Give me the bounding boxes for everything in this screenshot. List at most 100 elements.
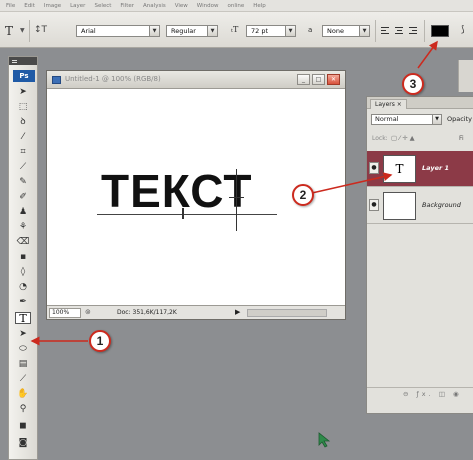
healing-brush-tool-icon[interactable]: ✎ — [15, 176, 31, 188]
quick-mask-icon[interactable]: ◙ — [15, 437, 31, 449]
status-arrow-icon[interactable]: ▶ — [235, 308, 240, 316]
layer-name: Layer 1 — [422, 164, 449, 172]
text-layer-thumbnail: T — [383, 155, 416, 183]
divider — [424, 20, 425, 42]
background-thumbnail — [383, 192, 416, 220]
tab-layers[interactable]: Layers × — [370, 99, 407, 109]
document-icon — [52, 76, 61, 84]
layer-row-background[interactable]: ● Background — [367, 188, 473, 224]
shape-tool-icon[interactable]: ⬭ — [15, 343, 31, 355]
font-size-value: 72 pt — [251, 27, 269, 35]
text-orientation-icon[interactable]: ↕T — [34, 25, 47, 35]
notes-tool-icon[interactable]: ▤ — [15, 358, 31, 370]
minimize-button[interactable]: _ — [297, 74, 310, 85]
status-menu-icon[interactable]: ⊚ — [85, 308, 91, 316]
font-size-select[interactable]: 72 pt ▼ — [246, 25, 296, 37]
antialias-select[interactable]: None ▼ — [322, 25, 370, 37]
clone-stamp-tool-icon[interactable]: ♟ — [15, 206, 31, 218]
toolbox: Ps ➤ ⬚ ꝺ ⁄ ⌗ ⟋ ✎ ✐ ♟ ⚘ ⌫ ▪ ◊ ◔ ✒ T ➤ ⬭ ▤… — [8, 56, 38, 460]
brush-tool-icon[interactable]: ✐ — [15, 191, 31, 203]
maximize-button[interactable]: □ — [312, 74, 325, 85]
text-color-swatch[interactable] — [431, 25, 449, 37]
layer-row-layer-1[interactable]: ● T Layer 1 — [367, 151, 473, 187]
chevron-down-icon[interactable]: ▼ — [149, 25, 160, 37]
marquee-tool-icon[interactable]: ⬚ — [15, 101, 31, 113]
opacity-label: Opacity — [447, 115, 473, 123]
lock-options-icon[interactable]: ▢⁄✛▲ — [391, 134, 417, 142]
text-cursor-crossbar — [229, 197, 244, 198]
zoom-field[interactable]: 100% — [49, 308, 81, 318]
divider — [29, 20, 30, 42]
eyedropper-tool-icon[interactable]: ⟋ — [15, 373, 31, 385]
color-swatches-icon[interactable]: ◼ — [15, 420, 31, 432]
blend-mode-value: Normal — [375, 115, 399, 123]
options-bar: T ▼ ↕T Arial ▼ Regular ▼ ₜT 72 pt ▼ a No… — [0, 12, 473, 48]
lock-label: Lock: — [372, 135, 388, 142]
menu-analysis[interactable]: Analysis — [143, 3, 166, 9]
layers-panel-tab-row: Layers × — [367, 97, 473, 109]
ps-logo: Ps — [13, 70, 35, 82]
layer-name: Background — [422, 201, 461, 209]
pen-tool-icon[interactable]: ✒ — [15, 296, 31, 308]
eraser-tool-icon[interactable]: ⌫ — [15, 236, 31, 248]
eye-icon[interactable]: ● — [369, 199, 379, 211]
layers-panel-footer[interactable]: ⊖ ƒx. ◫ ◉ — [367, 387, 473, 401]
align-left-icon[interactable] — [380, 26, 390, 36]
eye-icon[interactable]: ● — [369, 162, 379, 174]
chevron-down-icon[interactable]: ▼ — [20, 27, 25, 34]
gradient-tool-icon[interactable]: ▪ — [15, 251, 31, 263]
fill-label: Fi — [459, 135, 464, 142]
font-family-select[interactable]: Arial ▼ — [76, 25, 160, 37]
callout-2: 2 — [292, 184, 314, 206]
text-cursor — [236, 169, 237, 231]
menu-select[interactable]: Select — [94, 3, 111, 9]
menu-image[interactable]: Image — [44, 3, 61, 9]
canvas-text-layer[interactable]: ТЕКСТ — [101, 166, 252, 216]
blend-mode-select[interactable]: Normal ▼ — [371, 114, 442, 125]
menu-help[interactable]: Help — [253, 3, 266, 9]
text-baseline — [97, 214, 277, 215]
zoom-tool-icon[interactable]: ⚲ — [15, 403, 31, 415]
divider — [375, 20, 376, 42]
path-selection-tool-icon[interactable]: ➤ — [15, 328, 31, 340]
blur-tool-icon[interactable]: ◊ — [15, 266, 31, 278]
history-brush-tool-icon[interactable]: ⚘ — [15, 221, 31, 233]
font-style-select[interactable]: Regular ▼ — [166, 25, 218, 37]
vertical-scrollbar[interactable] — [458, 60, 473, 92]
crop-tool-icon[interactable]: ⌗ — [15, 146, 31, 158]
chevron-down-icon[interactable]: ▼ — [432, 114, 442, 125]
chevron-down-icon[interactable]: ▼ — [285, 25, 296, 37]
document-size-info: Doc: 351,6K/117,2K — [117, 309, 177, 316]
document-title: Untitled-1 @ 100% (RGB/8) — [65, 75, 161, 83]
menu-layer[interactable]: Layer — [70, 3, 85, 9]
chevron-down-icon[interactable]: ▼ — [207, 25, 218, 37]
chevron-down-icon[interactable]: ▼ — [359, 25, 370, 37]
font-style-value: Regular — [171, 27, 196, 35]
magic-wand-tool-icon[interactable]: ⁄ — [15, 131, 31, 143]
align-center-icon[interactable] — [394, 26, 404, 36]
document-title-bar[interactable]: Untitled-1 @ 100% (RGB/8) _ □ ✕ — [47, 71, 345, 89]
menu-edit[interactable]: Edit — [24, 3, 35, 9]
menu-online[interactable]: online — [227, 3, 244, 9]
slice-tool-icon[interactable]: ⟋ — [15, 161, 31, 173]
toolbox-grip[interactable] — [9, 57, 37, 65]
menu-window[interactable]: Window — [197, 3, 219, 9]
type-tool-preset-icon[interactable]: T — [5, 24, 13, 38]
lasso-tool-icon[interactable]: ꝺ — [15, 116, 31, 128]
type-tool-icon[interactable]: T — [15, 312, 31, 325]
dodge-tool-icon[interactable]: ◔ — [15, 281, 31, 293]
move-tool-icon[interactable]: ➤ — [15, 86, 31, 98]
align-right-icon[interactable] — [408, 26, 418, 36]
close-button[interactable]: ✕ — [327, 74, 340, 85]
font-family-value: Arial — [81, 27, 96, 35]
menu-view[interactable]: View — [175, 3, 188, 9]
menu-file[interactable]: File — [6, 3, 15, 9]
callout-1: 1 — [89, 330, 111, 352]
menu-filter[interactable]: Filter — [120, 3, 134, 9]
font-size-icon: ₜT — [231, 25, 239, 34]
hand-tool-icon[interactable]: ✋ — [15, 388, 31, 400]
menu-bar: File Edit Image Layer Select Filter Anal… — [0, 0, 473, 12]
horizontal-scrollbar[interactable] — [247, 309, 327, 317]
warp-text-icon[interactable]: ⟆ — [461, 25, 465, 35]
document-status-bar: 100% ⊚ Doc: 351,6K/117,2K ▶ — [47, 305, 345, 319]
